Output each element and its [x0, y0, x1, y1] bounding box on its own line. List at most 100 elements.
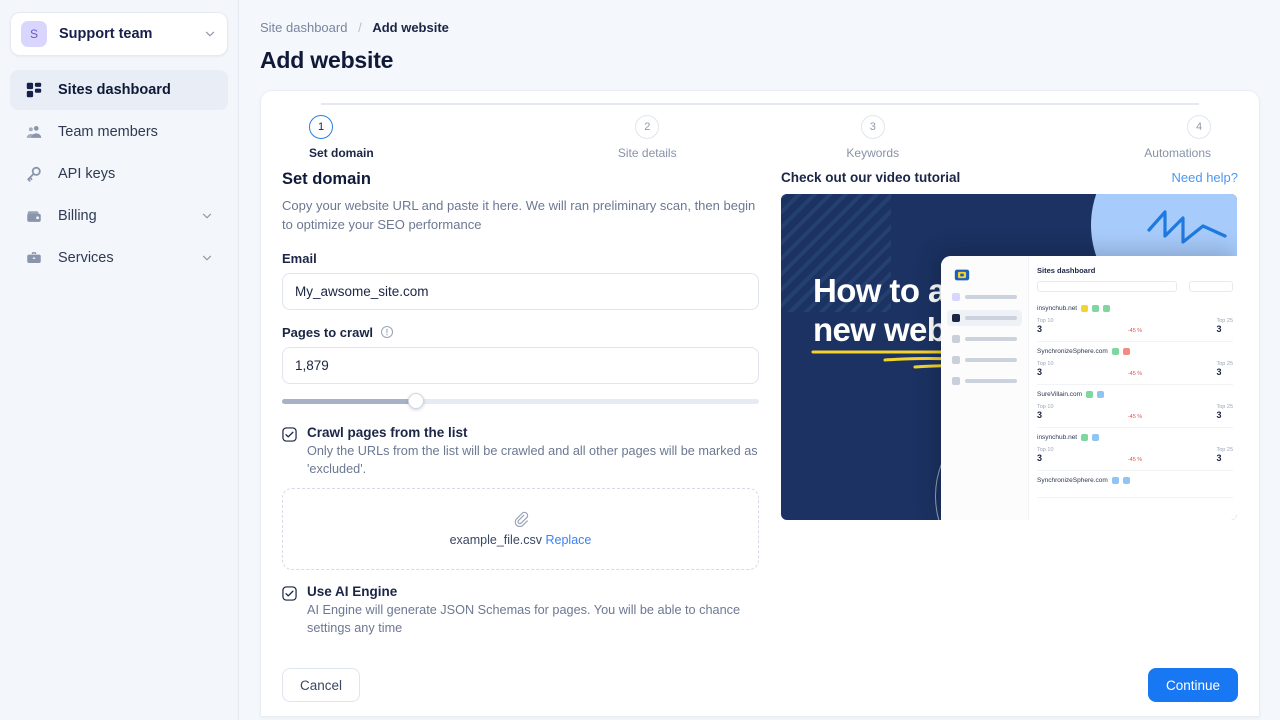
crawl-from-list-title: Crawl pages from the list — [307, 425, 759, 440]
preview-site-row: insynchub.net Top 10 3 — [1037, 299, 1233, 342]
replace-file-link[interactable]: Replace — [546, 533, 592, 547]
step-keywords[interactable]: 3 Keywords — [760, 115, 986, 160]
status-badge — [1112, 477, 1119, 484]
email-label: Email — [282, 251, 759, 266]
preview-site-name: insynchub.net — [1037, 305, 1077, 312]
dropzone-text: example_file.csv Replace — [450, 533, 592, 547]
grid-icon — [24, 80, 44, 100]
step-number: 4 — [1187, 115, 1211, 139]
preview-team-row — [947, 289, 1022, 305]
pages-to-crawl-input[interactable] — [282, 347, 759, 384]
step-label: Automations — [1144, 146, 1211, 160]
preview-site-row: SynchronizeSphere.com — [1037, 471, 1233, 498]
paperclip-icon — [513, 511, 529, 527]
status-badge — [1097, 391, 1104, 398]
status-badge — [1092, 434, 1099, 441]
preview-site-name: insynchub.net — [1037, 434, 1077, 441]
search-input — [1037, 281, 1177, 292]
slider-thumb[interactable] — [408, 393, 424, 409]
preview-nav-item — [947, 352, 1022, 368]
pages-to-crawl-block: Pages to crawl — [282, 325, 759, 409]
chevron-down-icon — [200, 251, 214, 265]
preview-stat-value: 3 — [1216, 324, 1233, 334]
crawl-from-list-checkbox[interactable] — [282, 427, 297, 442]
sidebar-item-services[interactable]: Services — [10, 238, 228, 278]
card-body: Set domain Copy your website URL and pas… — [261, 160, 1259, 647]
chevron-down-icon — [203, 27, 217, 41]
sidebar: S Support team Sites dashboard — [0, 0, 239, 720]
key-icon — [24, 164, 44, 184]
pages-to-crawl-slider[interactable] — [282, 393, 759, 409]
breadcrumb-parent-link[interactable]: Site dashboard — [260, 20, 347, 35]
video-heading: Check out our video tutorial — [781, 170, 960, 185]
preview-delta: -45 % — [1128, 414, 1142, 420]
preview-nav-label — [965, 379, 1017, 383]
crawl-from-list-option[interactable]: Crawl pages from the list Only the URLs … — [282, 425, 759, 478]
status-badge — [1103, 305, 1110, 312]
step-label: Keywords — [846, 146, 899, 160]
team-switcher[interactable]: S Support team — [10, 12, 228, 56]
stepper: 1 Set domain 2 Site details 3 Keywords 4… — [261, 91, 1259, 160]
email-field-block: Email — [282, 251, 759, 310]
video-app-preview: Sites dashboard insynchub.net — [941, 256, 1237, 520]
file-dropzone[interactable]: example_file.csv Replace — [282, 488, 759, 570]
avatar: S — [21, 21, 47, 47]
preview-site-name: SureVillain.com — [1037, 391, 1082, 398]
preview-site-name: SynchronizeSphere.com — [1037, 477, 1108, 484]
status-badge — [1081, 305, 1088, 312]
preview-site-name: SynchronizeSphere.com — [1037, 348, 1108, 355]
wallet-icon — [952, 356, 960, 364]
pages-to-crawl-label: Pages to crawl — [282, 325, 759, 340]
avatar — [952, 293, 960, 301]
preview-delta: -45 % — [1128, 371, 1142, 377]
step-label: Set domain — [309, 146, 374, 160]
status-badge — [1112, 348, 1119, 355]
step-label: Site details — [618, 146, 677, 160]
grid-icon — [952, 314, 960, 322]
preview-main: Sites dashboard insynchub.net — [1029, 256, 1237, 520]
breadcrumb-separator: / — [358, 20, 362, 35]
need-help-link[interactable]: Need help? — [1172, 170, 1239, 185]
people-icon — [952, 335, 960, 343]
step-set-domain[interactable]: 1 Set domain — [309, 115, 535, 160]
preview-stat-value: 3 — [1216, 367, 1233, 377]
step-automations[interactable]: 4 Automations — [986, 115, 1212, 160]
step-number: 1 — [309, 115, 333, 139]
preview-stat-value: 3 — [1037, 324, 1054, 334]
cancel-button[interactable]: Cancel — [282, 668, 360, 702]
status-badge — [1081, 434, 1088, 441]
add-website-card: 1 Set domain 2 Site details 3 Keywords 4… — [260, 90, 1260, 717]
status-badge — [1086, 391, 1093, 398]
section-description: Copy your website URL and paste it here.… — [282, 197, 759, 235]
video-tutorial-thumbnail[interactable]: How to add new website — [781, 194, 1237, 520]
sidebar-item-label: Team members — [58, 124, 214, 140]
chevron-down-icon — [200, 209, 214, 223]
status-badge — [1123, 477, 1130, 484]
continue-button[interactable]: Continue — [1148, 668, 1238, 702]
pages-to-crawl-label-text: Pages to crawl — [282, 325, 373, 340]
sidebar-item-billing[interactable]: Billing — [10, 196, 228, 236]
sidebar-item-label: Services — [58, 250, 186, 266]
sidebar-item-api-keys[interactable]: API keys — [10, 154, 228, 194]
team-switcher-label: Support team — [59, 26, 191, 42]
use-ai-engine-checkbox[interactable] — [282, 586, 297, 601]
preview-stat-value: 3 — [1037, 367, 1054, 377]
main-content: Site dashboard / Add website Add website… — [239, 0, 1280, 720]
sidebar-item-label: Billing — [58, 208, 186, 224]
crawl-from-list-desc: Only the URLs from the list will be craw… — [307, 442, 759, 478]
preview-team-label — [965, 295, 1017, 299]
sidebar-item-team-members[interactable]: Team members — [10, 112, 228, 152]
use-ai-engine-option[interactable]: Use AI Engine AI Engine will generate JS… — [282, 584, 759, 637]
info-icon[interactable] — [380, 325, 394, 339]
section-title: Set domain — [282, 170, 759, 189]
people-icon — [24, 122, 44, 142]
email-input[interactable] — [282, 273, 759, 310]
preview-nav-item — [947, 310, 1022, 326]
sidebar-item-sites-dashboard[interactable]: Sites dashboard — [10, 70, 228, 110]
preview-site-row: SynchronizeSphere.com Top 10 3 — [1037, 342, 1233, 385]
preview-stat-value: 3 — [1216, 410, 1233, 420]
briefcase-icon — [952, 377, 960, 385]
preview-delta: -45 % — [1128, 457, 1142, 463]
breadcrumb-current: Add website — [372, 20, 449, 35]
step-site-details[interactable]: 2 Site details — [535, 115, 761, 160]
